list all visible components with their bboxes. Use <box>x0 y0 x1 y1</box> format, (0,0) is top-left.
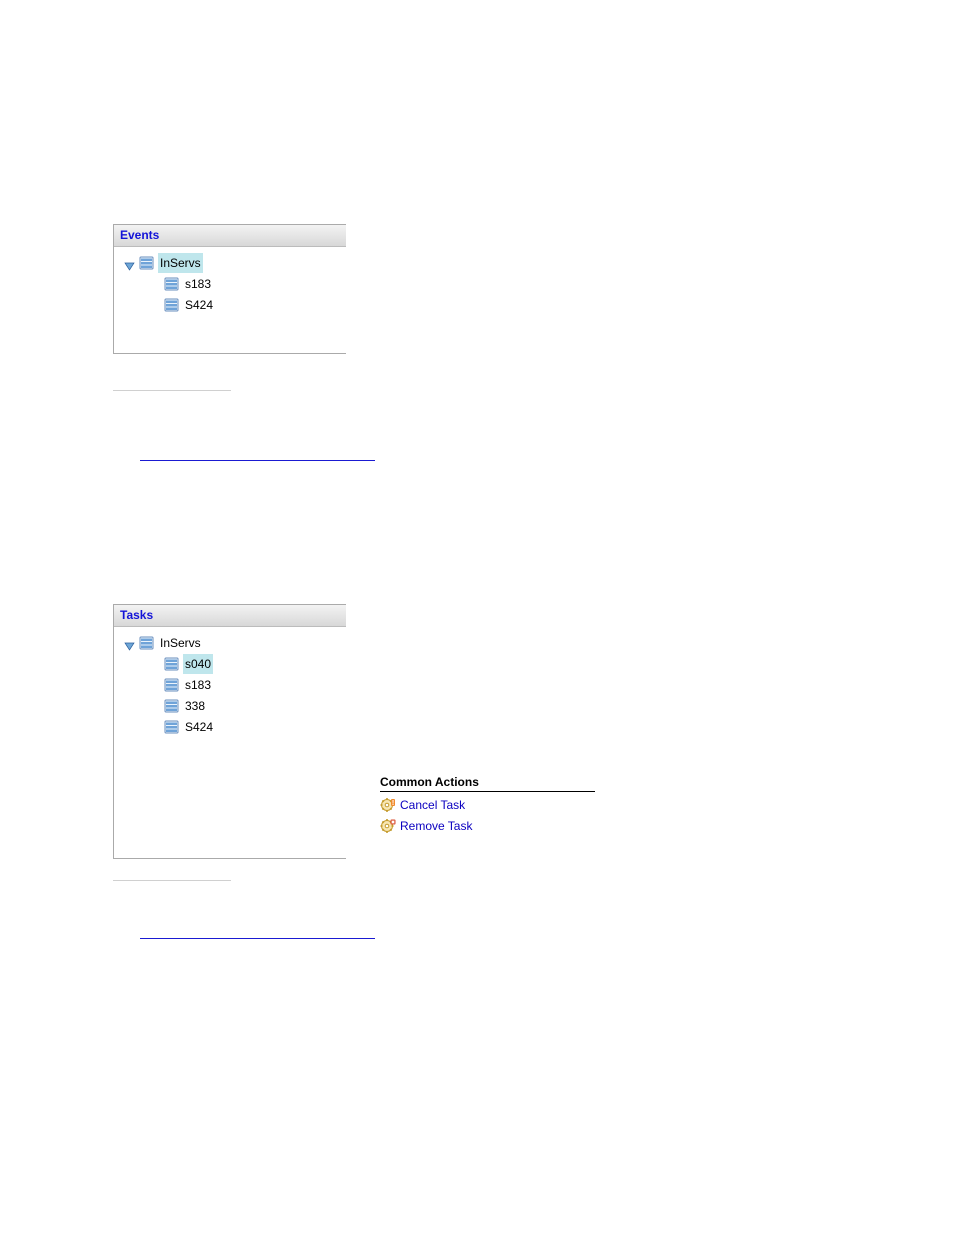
storage-icon <box>164 699 179 713</box>
common-actions-title: Common Actions <box>380 775 479 789</box>
storage-icon <box>164 720 179 734</box>
tasks-root-label[interactable]: InServs <box>158 633 203 653</box>
tasks-children: s040 s183 <box>164 654 340 737</box>
collapse-icon[interactable] <box>124 258 135 269</box>
events-title: Events <box>120 228 159 242</box>
storage-icon <box>164 657 179 671</box>
storage-icon <box>139 636 154 650</box>
tasks-title: Tasks <box>120 608 153 622</box>
common-action-cancel[interactable]: ! Cancel Task <box>380 797 595 813</box>
tree-item[interactable]: S424 <box>164 717 340 737</box>
tasks-tree: InServs s040 <box>114 627 346 747</box>
divider <box>113 390 231 391</box>
tree-item-label: 338 <box>183 696 207 716</box>
events-root-label[interactable]: InServs <box>158 253 203 273</box>
remove-task-link[interactable]: Remove Task <box>400 819 472 833</box>
tasks-tree-root-row[interactable]: InServs <box>124 633 340 653</box>
events-tree-root-row[interactable]: InServs <box>124 253 340 273</box>
gear-alert-icon: ! <box>380 797 396 813</box>
gear-delete-icon <box>380 818 396 834</box>
cancel-task-link[interactable]: Cancel Task <box>400 798 465 812</box>
tree-item[interactable]: s183 <box>164 675 340 695</box>
tree-item[interactable]: 338 <box>164 696 340 716</box>
tree-item-label: s183 <box>183 274 213 294</box>
tree-item-label: S424 <box>183 295 215 315</box>
tree-item-label: s040 <box>183 654 213 674</box>
link-underline <box>140 460 375 461</box>
tree-item-label: S424 <box>183 717 215 737</box>
link-underline <box>140 938 375 939</box>
tree-item[interactable]: S424 <box>164 295 340 315</box>
events-children: s183 S424 <box>164 274 340 315</box>
tree-item[interactable]: s183 <box>164 274 340 294</box>
common-actions-pane: Common Actions ! Cancel Task <box>380 775 595 834</box>
tasks-panel-header: Tasks <box>114 605 346 627</box>
storage-icon <box>139 256 154 270</box>
svg-text:!: ! <box>392 800 394 807</box>
tree-item[interactable]: s040 <box>164 654 340 674</box>
tree-item-label: s183 <box>183 675 213 695</box>
events-panel: Events InServs <box>113 224 346 354</box>
events-panel-header: Events <box>114 225 346 247</box>
storage-icon <box>164 277 179 291</box>
divider <box>113 880 231 881</box>
common-action-remove[interactable]: Remove Task <box>380 818 595 834</box>
collapse-icon[interactable] <box>124 638 135 649</box>
common-actions-header: Common Actions <box>380 775 595 792</box>
storage-icon <box>164 678 179 692</box>
events-tree: InServs s183 <box>114 247 346 353</box>
tasks-panel: Tasks InServs <box>113 604 346 859</box>
storage-icon <box>164 298 179 312</box>
